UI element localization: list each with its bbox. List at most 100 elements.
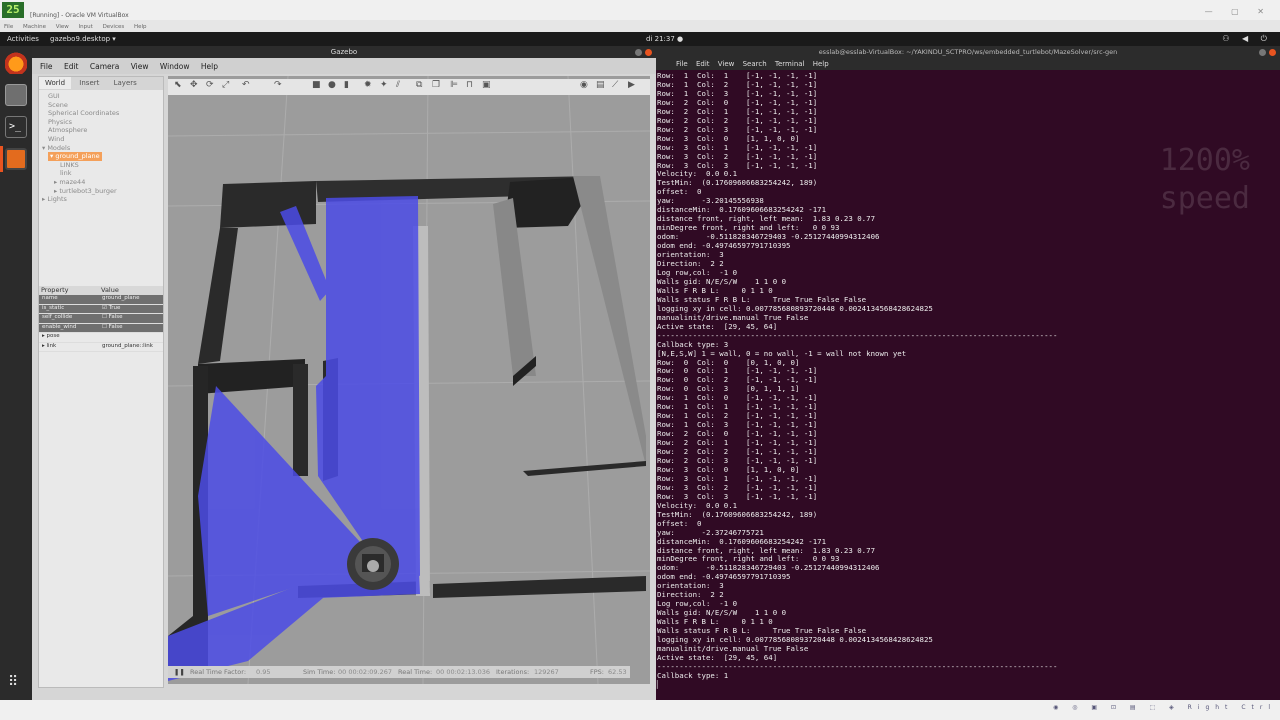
tree-item[interactable]: GUI bbox=[42, 92, 163, 101]
translate-icon[interactable]: ✥ bbox=[190, 80, 198, 90]
term-menu-terminal[interactable]: Terminal bbox=[775, 60, 805, 68]
tab-insert[interactable]: Insert bbox=[73, 77, 105, 89]
gazebo-icon[interactable] bbox=[5, 148, 27, 170]
terminal-window[interactable]: esslab@esslab-VirtualBox: ~/YAKINDU_SCTP… bbox=[656, 46, 1280, 700]
rotate-icon[interactable]: ⟳ bbox=[206, 80, 214, 90]
gazebo-window-controls[interactable] bbox=[632, 48, 652, 60]
terminal-line: orientation: 3 bbox=[657, 250, 724, 260]
gz-menu-camera[interactable]: Camera bbox=[90, 62, 119, 71]
tree-item-label: ▾ Models bbox=[42, 143, 71, 152]
virtualbox-statusbar: ◉ ◎ ▣ ⊡ ▤ ⬚ ◈ Right Ctrl bbox=[0, 700, 1280, 720]
3d-viewport[interactable] bbox=[168, 76, 650, 684]
undo-icon[interactable]: ↶ bbox=[242, 80, 250, 90]
property-row[interactable]: ▸ pose bbox=[39, 333, 163, 343]
copy-icon[interactable]: ⧉ bbox=[416, 80, 422, 90]
property-row[interactable]: self_collide ☐ False bbox=[39, 314, 163, 324]
term-menu-help[interactable]: Help bbox=[813, 60, 829, 68]
vbox-menu-input[interactable]: Input bbox=[79, 24, 93, 30]
tree-item[interactable]: link bbox=[42, 169, 163, 178]
pause-button[interactable]: ❚❚ bbox=[174, 668, 185, 676]
paste-icon[interactable]: ❐ bbox=[432, 80, 440, 90]
property-value: ☐ False bbox=[102, 314, 123, 320]
sphere-icon[interactable]: ● bbox=[328, 80, 336, 90]
property-property: self_collide bbox=[42, 314, 73, 320]
tree-item[interactable]: ▾ Models bbox=[42, 144, 163, 153]
align-icon[interactable]: ⊫ bbox=[450, 80, 458, 90]
tree-item[interactable]: Scene bbox=[42, 101, 163, 110]
tree-item[interactable]: Spherical Coordinates bbox=[42, 109, 163, 118]
gz-menu-window[interactable]: Window bbox=[160, 62, 190, 71]
real-time-value: 00 00:02:13.036 bbox=[436, 668, 491, 676]
property-row[interactable]: name ground_plane bbox=[39, 295, 163, 305]
tree-item-label: GUI bbox=[48, 92, 60, 100]
box-icon[interactable]: ■ bbox=[312, 80, 321, 90]
gz-menu-help[interactable]: Help bbox=[201, 62, 218, 71]
activities-button[interactable]: Activities bbox=[7, 35, 39, 43]
virtualbox-window-title: [Running] - Oracle VM VirtualBox bbox=[30, 12, 129, 19]
terminal-line: TestMin: (0.17609606683254242, 189) bbox=[657, 509, 818, 519]
terminal-line: ▏ bbox=[657, 679, 662, 689]
firefox-icon[interactable] bbox=[5, 52, 27, 74]
term-menu-file[interactable]: File bbox=[676, 60, 688, 68]
property-row[interactable]: is_static ☑ True bbox=[39, 304, 163, 314]
window-controls[interactable]: — ▢ ✕ bbox=[1205, 7, 1272, 16]
fps-label: FPS: bbox=[590, 668, 604, 676]
gz-menu-file[interactable]: File bbox=[40, 62, 53, 71]
video-icon[interactable]: ▶ bbox=[628, 80, 635, 90]
property-row[interactable]: ▸ link ground_plane::link bbox=[39, 342, 163, 352]
terminal-line: Direction: 2 2 bbox=[657, 590, 724, 600]
terminal-line: Direction: 2 2 bbox=[657, 259, 724, 269]
tree-item[interactable]: ▸ maze44 bbox=[42, 178, 163, 187]
property-table: Property Value name ground_plane is_static… bbox=[39, 286, 163, 352]
select-icon[interactable]: ⬉ bbox=[174, 80, 182, 90]
snap-icon[interactable]: ⊓ bbox=[466, 80, 473, 90]
property-row[interactable]: enable_wind ☐ False bbox=[39, 323, 163, 333]
tree-item[interactable]: LINKS bbox=[42, 161, 163, 170]
gazebo-titlebar: Gazebo bbox=[32, 46, 656, 58]
change-view-icon[interactable]: ▣ bbox=[482, 80, 491, 90]
terminal-line: odom end: -0.49746597791710395 bbox=[657, 241, 791, 251]
fps-value: 62.53 bbox=[608, 668, 627, 676]
tree-item[interactable]: ▸ Lights bbox=[42, 195, 163, 204]
vbox-menu-file[interactable]: File bbox=[4, 24, 13, 30]
gz-menu-view[interactable]: View bbox=[131, 62, 149, 71]
gz-menu-edit[interactable]: Edit bbox=[64, 62, 79, 71]
scale-icon[interactable]: ⤢ bbox=[222, 80, 229, 90]
terminal-window-controls[interactable] bbox=[1256, 48, 1276, 60]
world-panel: World Insert Layers GUI Scene Spherical Co… bbox=[38, 76, 164, 688]
plot-icon[interactable]: ⟋ bbox=[612, 80, 618, 90]
term-menu-edit[interactable]: Edit bbox=[696, 60, 710, 68]
redo-icon[interactable]: ↷ bbox=[274, 80, 282, 90]
tree-item[interactable]: Atmosphere bbox=[42, 126, 163, 135]
virtualbox-status-icons[interactable]: ◉ ◎ ▣ ⊡ ▤ ⬚ ◈ Right Ctrl bbox=[1053, 704, 1276, 711]
vbox-menu-help[interactable]: Help bbox=[134, 24, 147, 30]
show-applications-icon[interactable]: ⠿ bbox=[8, 674, 24, 690]
tree-item-label: ▾ ground_plane bbox=[48, 152, 102, 161]
cylinder-icon[interactable]: ▮ bbox=[344, 80, 349, 90]
term-menu-search[interactable]: Search bbox=[743, 60, 767, 68]
tree-item[interactable]: Physics bbox=[42, 118, 163, 127]
terminal-icon[interactable]: >_ bbox=[5, 116, 27, 138]
screenshot-icon[interactable]: ◉ bbox=[580, 80, 588, 90]
log-icon[interactable]: ▤ bbox=[596, 80, 605, 90]
point-light-icon[interactable]: ✹ bbox=[364, 80, 372, 90]
system-tray-icons[interactable]: ⚇ ◀ ⏻ bbox=[1222, 34, 1272, 44]
clock[interactable]: di 21:37 ● bbox=[646, 35, 683, 43]
tree-item[interactable]: ▸ turtlebot3_burger bbox=[42, 187, 163, 196]
tree-item[interactable]: ▾ ground_plane bbox=[42, 152, 163, 161]
tree-item-label: Atmosphere bbox=[48, 126, 88, 135]
vbox-menu-machine[interactable]: Machine bbox=[23, 24, 46, 30]
directional-light-icon[interactable]: ⫽ bbox=[396, 80, 400, 90]
tree-item[interactable]: Wind bbox=[42, 135, 163, 144]
tab-world[interactable]: World bbox=[39, 77, 72, 89]
property-value: ground_plane::link bbox=[102, 342, 153, 349]
files-icon[interactable] bbox=[5, 84, 27, 106]
virtualbox-menubar: File Machine View Input Devices Help bbox=[0, 20, 1280, 32]
vbox-menu-devices[interactable]: Devices bbox=[103, 24, 125, 30]
term-menu-view[interactable]: View bbox=[718, 60, 735, 68]
spot-light-icon[interactable]: ✦ bbox=[380, 80, 388, 90]
app-menu[interactable]: gazebo9.desktop ▾ bbox=[50, 35, 116, 43]
vbox-menu-view[interactable]: View bbox=[56, 24, 69, 30]
tab-layers[interactable]: Layers bbox=[108, 77, 143, 89]
tree-item-label: ▸ turtlebot3_burger bbox=[54, 186, 117, 195]
